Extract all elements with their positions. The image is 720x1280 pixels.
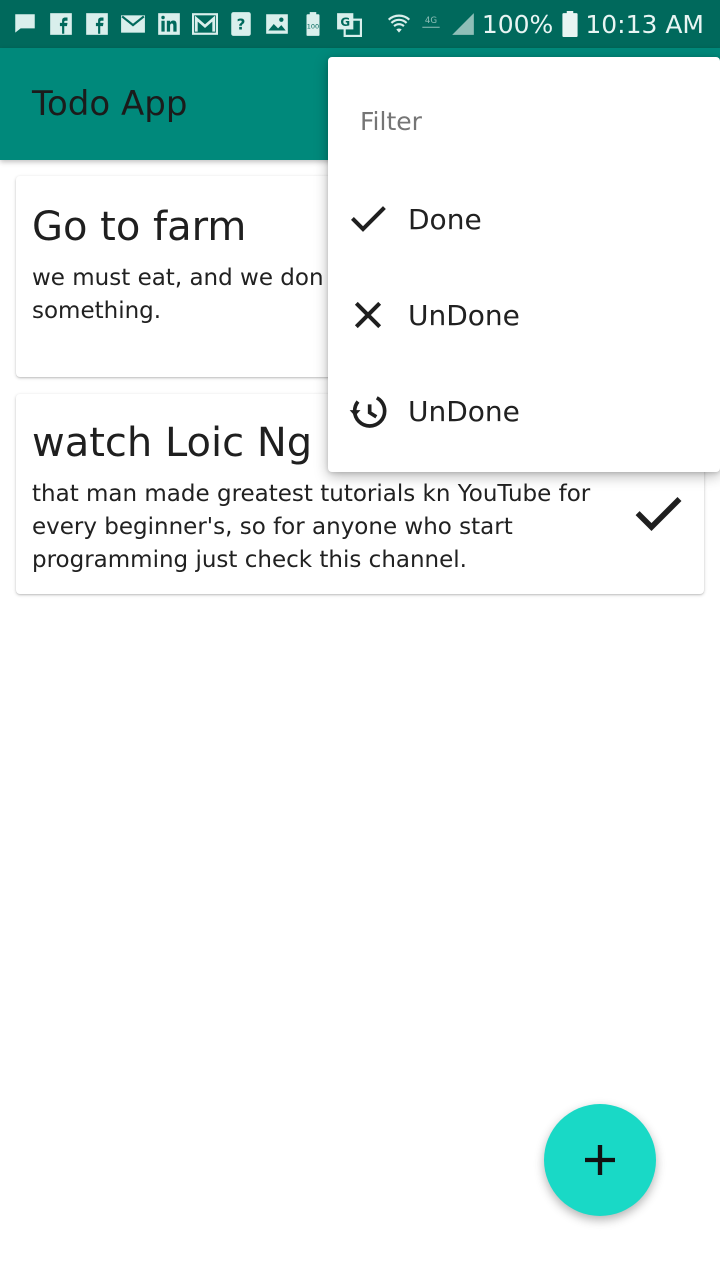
- history-icon: [349, 394, 387, 428]
- battery-icon: [561, 11, 579, 37]
- cell-signal-icon: [450, 11, 476, 37]
- filter-item-label: UnDone: [408, 394, 520, 428]
- lte-icon: 4G: [418, 11, 444, 37]
- image-icon: [264, 11, 290, 37]
- email-icon: [120, 11, 146, 37]
- svg-text:4G: 4G: [425, 16, 437, 26]
- todo-description: that man made greatest tutorials kn YouT…: [32, 481, 591, 573]
- battery-percent: 100%: [481, 9, 554, 39]
- filter-menu: Filter Done UnDone UnDone: [328, 57, 720, 472]
- filter-item-done[interactable]: Done: [328, 171, 720, 267]
- chat-bubble-icon: [12, 11, 38, 37]
- linkedin-icon: [156, 11, 182, 37]
- todo-title: Go to farm: [32, 204, 247, 250]
- clock-time: 10:13 AM: [585, 9, 704, 39]
- add-todo-button[interactable]: [544, 1104, 656, 1216]
- status-bar: ? 100 G 4G 100% 10:13 AM: [0, 0, 720, 48]
- filter-item-undone[interactable]: UnDone: [328, 267, 720, 363]
- facebook-icon: [48, 11, 74, 37]
- notification-icons: ? 100 G: [12, 10, 372, 38]
- translate-icon: G: [336, 11, 362, 37]
- filter-item-label: UnDone: [408, 298, 520, 332]
- plus-icon: [585, 1145, 615, 1175]
- filter-item-label: Done: [408, 202, 482, 236]
- filter-menu-header: Filter: [360, 107, 422, 136]
- help-icon: ?: [228, 11, 254, 37]
- todo-title: watch Loic Ng: [32, 420, 313, 466]
- wifi-icon: [386, 11, 412, 37]
- svg-text:100: 100: [307, 22, 319, 30]
- svg-text:?: ?: [237, 15, 246, 33]
- check-icon: [351, 206, 386, 232]
- done-check-icon: [635, 497, 682, 531]
- close-icon: [354, 301, 382, 329]
- app-title: Todo App: [32, 84, 188, 124]
- status-indicators: 4G 100% 10:13 AM: [386, 8, 704, 40]
- filter-item-undone-history[interactable]: UnDone: [328, 363, 720, 459]
- svg-text:G: G: [340, 15, 350, 29]
- facebook-icon: [84, 11, 110, 37]
- battery-100-icon: 100: [300, 11, 326, 37]
- gmail-icon: [192, 11, 218, 37]
